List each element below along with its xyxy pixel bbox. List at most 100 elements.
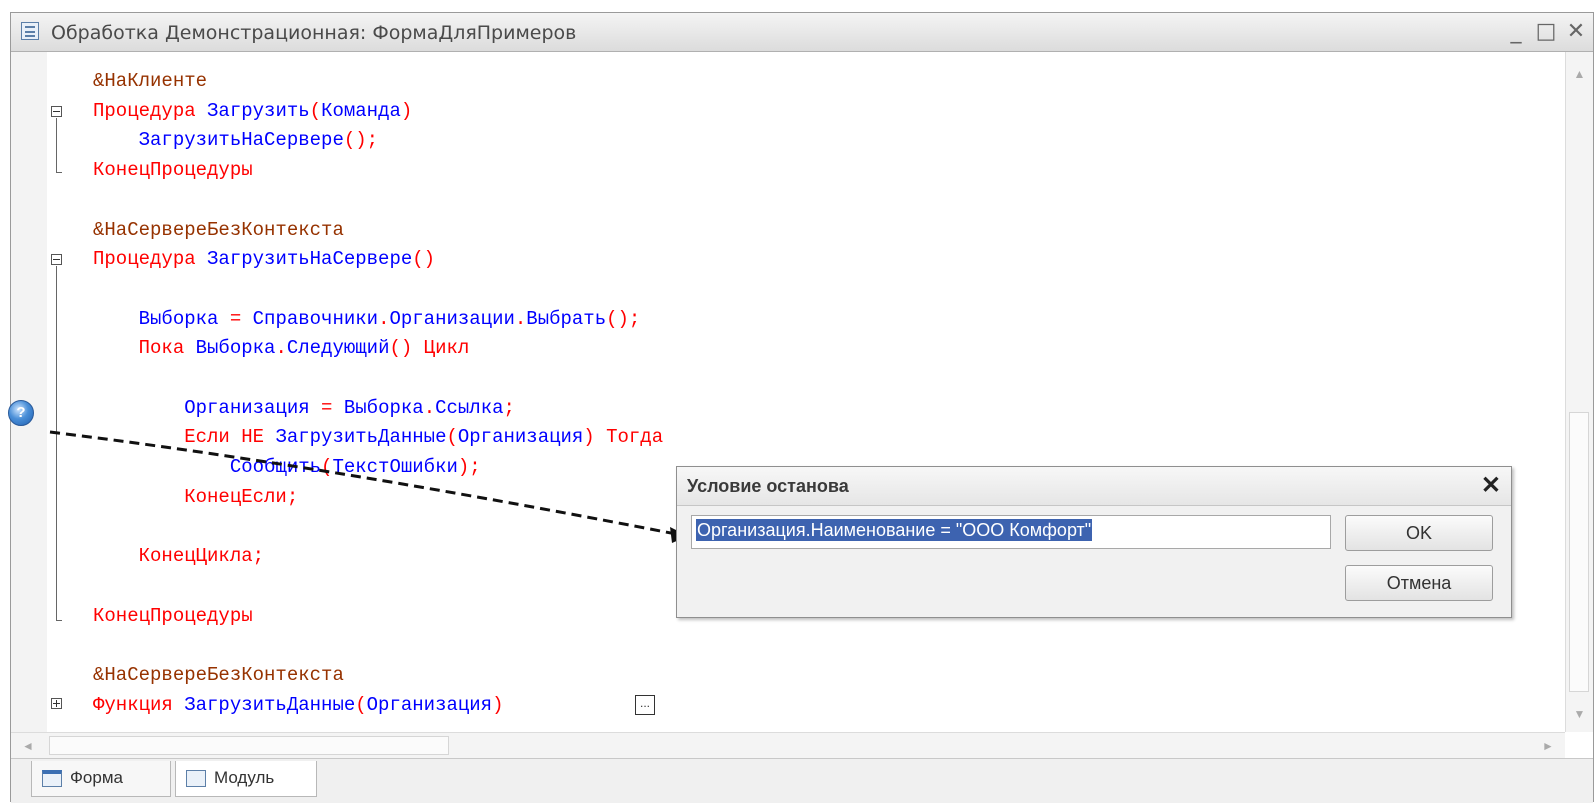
breakpoint-condition-dialog: Условие останова ✕ Организация.Наименова…: [676, 466, 1512, 618]
code-token: ): [492, 693, 504, 716]
code-token: Пока: [93, 337, 196, 360]
code-token: Процедура: [93, 99, 208, 122]
collapsed-block-marker[interactable]: ...: [635, 695, 655, 715]
code-token: Выборка: [195, 337, 276, 360]
fold-line-end: [56, 172, 62, 173]
code-token: КонецПроцедуры: [93, 159, 253, 182]
code-token: ) Тогда: [583, 426, 664, 449]
code-token: (): [412, 248, 436, 271]
fold-line: [56, 118, 57, 172]
fold-line-end: [56, 620, 62, 621]
tab-module[interactable]: Модуль: [175, 761, 317, 797]
code-token: &НаСервереБезКонтекста: [93, 218, 344, 241]
module-window: Обработка Демонстрационная: ФормаДляПрим…: [10, 12, 1594, 803]
form-icon: [42, 770, 62, 787]
code-token: &НаСервереБезКонтекста: [93, 664, 344, 686]
code-token: Ссылка: [435, 396, 504, 419]
tab-form[interactable]: Форма: [31, 761, 171, 797]
code-token: (: [321, 456, 333, 479]
code-token: .: [275, 337, 287, 360]
code-token: );: [457, 456, 481, 479]
code-line[interactable]: Организация = Выборка.Ссылка;: [93, 395, 515, 421]
code-token: (: [446, 426, 458, 449]
code-token: Организация: [93, 396, 322, 419]
code-token: Организации: [389, 307, 515, 330]
module-icon: [186, 770, 206, 787]
code-editor[interactable]: &НаКлиенте Процедура Загрузить(Команда) З…: [47, 52, 1565, 732]
dialog-title: Условие останова: [687, 476, 849, 496]
code-token: &НаКлиенте: [93, 70, 208, 92]
ok-button[interactable]: OK: [1345, 515, 1493, 551]
code-token: ();: [606, 307, 641, 330]
horizontal-scroll-thumb[interactable]: [49, 736, 449, 755]
code-line[interactable]: Процедура Загрузить(Команда): [93, 98, 412, 124]
scroll-left-arrow[interactable]: ◄: [15, 733, 41, 759]
code-line[interactable]: Процедура ЗагрузитьНаСервере(): [93, 246, 435, 272]
scroll-down-arrow[interactable]: ▼: [1566, 702, 1593, 726]
code-token: =: [229, 307, 253, 330]
code-line[interactable]: Функция ЗагрузитьДанные(Организация): [93, 692, 503, 718]
fold-toggle-zagruzit[interactable]: [51, 106, 62, 117]
code-token: (: [355, 693, 367, 716]
code-line[interactable]: КонецПроцедуры: [93, 603, 253, 629]
code-line[interactable]: ЗагрузитьНаСервере();: [93, 127, 378, 153]
code-token: ): [400, 99, 413, 122]
code-line[interactable]: &НаСервереБезКонтекста: [93, 662, 344, 688]
code-token: КонецПроцедуры: [93, 604, 253, 627]
scroll-up-arrow[interactable]: ▲: [1566, 62, 1593, 86]
code-token: Загрузить: [207, 99, 310, 122]
vertical-scroll-thumb[interactable]: [1569, 412, 1589, 692]
code-token: Процедура: [93, 248, 208, 271]
tab-module-label: Модуль: [214, 768, 275, 787]
code-token: Команда: [321, 99, 401, 122]
code-token: Выбрать: [526, 307, 607, 330]
code-token: ;: [503, 396, 515, 419]
vertical-scrollbar[interactable]: ▲ ▼: [1565, 52, 1593, 732]
cancel-button[interactable]: Отмена: [1345, 565, 1493, 601]
code-token: Организация: [366, 693, 493, 716]
code-token: () Цикл: [389, 337, 470, 360]
code-token: Сообщить: [93, 456, 322, 479]
code-line[interactable]: КонецЦикла;: [93, 543, 264, 569]
dialog-close-icon[interactable]: ✕: [1481, 471, 1501, 500]
code-token: .: [378, 307, 390, 330]
code-token: Организация: [457, 426, 584, 449]
code-line[interactable]: &НаКлиенте: [93, 68, 207, 94]
code-line[interactable]: Пока Выборка.Следующий() Цикл: [93, 335, 470, 361]
code-token: .: [514, 307, 527, 330]
code-line[interactable]: Выборка = Справочники.Организации.Выбрат…: [93, 306, 641, 332]
code-line[interactable]: Сообщить(ТекстОшибки);: [93, 454, 481, 480]
code-token: Справочники: [252, 307, 379, 330]
code-line[interactable]: &НаСервереБезКонтекста: [93, 217, 344, 243]
close-button[interactable]: ✕: [1563, 19, 1589, 45]
code-line[interactable]: Если НЕ ЗагрузитьДанные(Организация) Тог…: [93, 424, 663, 450]
code-line[interactable]: КонецЕсли;: [93, 484, 298, 510]
bottom-tab-bar: Форма Модуль: [11, 758, 1593, 803]
horizontal-scrollbar[interactable]: ◄ ►: [11, 732, 1565, 759]
title-bar: Обработка Демонстрационная: ФормаДляПрим…: [11, 13, 1593, 52]
code-token: (: [309, 99, 322, 122]
fold-toggle-zagruzit-na-servere[interactable]: [51, 254, 62, 265]
code-token: =: [321, 396, 344, 419]
conditional-breakpoint-icon[interactable]: ?: [8, 400, 34, 426]
code-token: КонецЕсли;: [93, 485, 299, 508]
code-token: ЗагрузитьНаСервере: [207, 248, 413, 271]
condition-input[interactable]: Организация.Наименование = "ООО Комфорт": [691, 515, 1331, 549]
code-token: КонецЦикла;: [93, 545, 265, 568]
window-title: Обработка Демонстрационная: ФормаДляПрим…: [51, 22, 577, 44]
scroll-right-arrow[interactable]: ►: [1535, 733, 1561, 759]
fold-toggle-zagruzit-dannye[interactable]: [51, 698, 62, 709]
code-token: ЗагрузитьДанные: [275, 426, 447, 449]
code-token: Выборка: [93, 307, 230, 330]
code-token: ТекстОшибки: [332, 456, 458, 479]
maximize-button[interactable]: □: [1533, 19, 1559, 45]
code-token: ЗагрузитьНаСервере: [93, 129, 344, 152]
window-form-icon: [21, 22, 39, 40]
code-line[interactable]: КонецПроцедуры: [93, 157, 253, 183]
code-token: ();: [343, 129, 379, 152]
code-token: .: [423, 396, 436, 419]
code-token: ЗагрузитьДанные: [184, 693, 356, 716]
editor-gutter[interactable]: [11, 52, 48, 732]
minimize-button[interactable]: _: [1503, 19, 1529, 45]
condition-input-value[interactable]: Организация.Наименование = "ООО Комфорт": [696, 519, 1093, 541]
